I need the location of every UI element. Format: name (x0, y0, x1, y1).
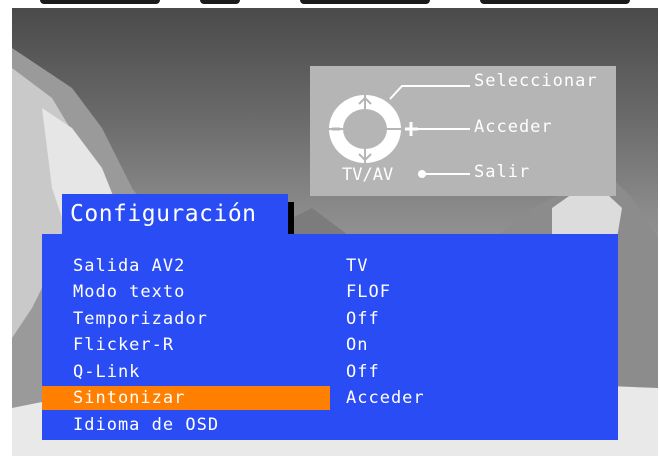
menu-item-temporizador[interactable]: Temporizador Off (42, 306, 618, 332)
select-hint-label: Seleccionar (474, 71, 598, 91)
menu-item-label: Q-Link (73, 362, 141, 382)
menu-item-label: Modo texto (73, 282, 186, 302)
bezel-segment (300, 0, 430, 4)
menu-item-value: Off (346, 309, 380, 329)
menu-item-label: Idioma de OSD (73, 415, 220, 435)
menu-item-salida-av2[interactable]: Salida AV2 TV (42, 253, 618, 279)
menu-item-label: Sintonizar (73, 388, 186, 408)
tv-screen: TV/AV Seleccionar Acceder Salir Configur… (12, 8, 658, 456)
menu-item-idioma-de-osd[interactable]: Idioma de OSD (42, 412, 618, 438)
bezel-segment (480, 0, 630, 4)
control-hint-panel: TV/AV Seleccionar Acceder Salir (310, 66, 616, 196)
menu-item-flicker-r[interactable]: Flicker-R On (42, 332, 618, 358)
menu-item-sintonizar[interactable]: Sintonizar Acceder (42, 385, 618, 411)
menu-item-q-link[interactable]: Q-Link Off (42, 359, 618, 385)
menu-item-label: Temporizador (73, 309, 208, 329)
enter-hint-label: Acceder (474, 117, 553, 137)
menu-item-value: On (346, 335, 369, 355)
menu-item-label: Salida AV2 (73, 256, 186, 276)
menu-item-label: Flicker-R (73, 335, 175, 355)
bezel-segment (40, 0, 160, 4)
menu-item-modo-texto[interactable]: Modo texto FLOF (42, 279, 618, 305)
menu-item-value: FLOF (346, 282, 391, 302)
menu-title: Configuración (62, 194, 288, 234)
exit-hint-label: Salir (474, 162, 531, 182)
bezel-segment (200, 0, 240, 4)
tv-bezel (0, 0, 660, 8)
menu-item-value: Acceder (346, 388, 425, 408)
settings-menu-panel: Salida AV2 TV Modo texto FLOF Temporizad… (42, 234, 618, 440)
menu-item-value: TV (346, 256, 369, 276)
menu-item-value: Off (346, 362, 380, 382)
tvav-button-label: TV/AV (342, 165, 394, 185)
